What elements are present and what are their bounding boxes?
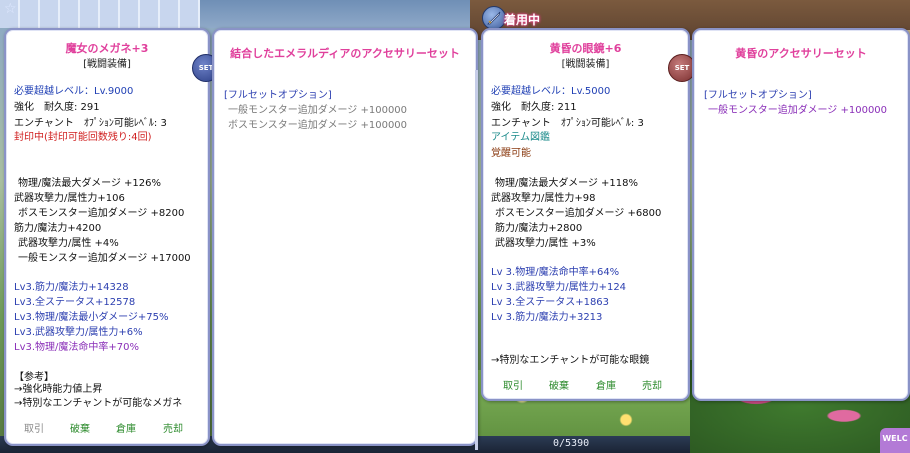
- item-tooltip-witch-glasses: 魔女のメガネ+3 [戦闘装備] SET 必要超越レベル：Lv.9000 強化 耐…: [4, 28, 220, 446]
- discard-button[interactable]: 破棄: [70, 420, 90, 435]
- enchant-line: Lv3.物理/魔法最小ダメージ+75%: [14, 312, 169, 323]
- equipped-label: 着用中: [504, 13, 541, 27]
- item-category: [戦闘装備]: [83, 59, 131, 70]
- enchant-line: Lv 3.物理/魔法命中率+64%: [491, 267, 620, 278]
- top-window-edge: [200, 0, 480, 28]
- note-line: →特別なエンチャントが可能な眼鏡: [491, 355, 650, 366]
- set-option-line: 一般モンスター追加ダメージ +100000: [708, 105, 888, 116]
- enchant-line: Lv 3.筋力/魔法力+3213: [491, 312, 603, 323]
- stat-line: 武器攻撃力/属性力+98: [491, 193, 596, 204]
- set-tooltip-twilight: 黄昏のアクセサリーセット [フルセットオプション] 一般モンスター追加ダメージ …: [692, 28, 910, 401]
- item-title: 魔女のメガネ+3: [65, 42, 149, 55]
- stat-line: 筋力/魔法力+4200: [14, 223, 102, 234]
- inventory-strip: [0, 0, 210, 28]
- status-center-value: 0/5390: [553, 438, 590, 449]
- set-title: 黄昏のアクセサリーセット: [735, 47, 867, 60]
- info-line: 覚醒可能: [491, 148, 531, 159]
- info-line: エンチャント ｵﾌﾟｼｮﾝ可能ﾚﾍﾞﾙ: 3: [14, 118, 167, 129]
- enchant-line: Lv3.物理/魔法命中率+70%: [14, 342, 140, 353]
- item-title: 黄昏の眼鏡+6: [549, 42, 622, 55]
- stat-line: 武器攻撃力/属性 +4%: [18, 238, 119, 249]
- star-icon: ☆: [4, 1, 17, 17]
- note-line: →特別なエンチャントが可能なメガネ: [14, 398, 183, 409]
- welcome-button[interactable]: WELC: [880, 428, 910, 453]
- sword-icon: [482, 6, 506, 30]
- stat-line: ボスモンスター追加ダメージ +8200: [18, 208, 185, 219]
- info-line: 強化 耐久度: 211: [491, 102, 577, 113]
- discard-button[interactable]: 破棄: [549, 377, 569, 392]
- enchant-line: Lv3.筋力/魔法力+14328: [14, 282, 129, 293]
- stat-line: 武器攻撃力/属性力+106: [14, 193, 125, 204]
- set-option-line: ボスモンスター追加ダメージ +100000: [228, 120, 408, 131]
- info-line: 強化 耐久度: 291: [14, 102, 100, 113]
- info-line: 必要超越レベル：Lv.9000: [14, 86, 134, 97]
- trade-button[interactable]: 取引: [24, 420, 44, 435]
- set-title: 結合したエメラルディアのアクセサリーセット: [230, 47, 460, 60]
- set-tooltip-emeraldia: 結合したエメラルディアのアクセサリーセット [フルセットオプション] 一般モンス…: [212, 28, 478, 450]
- set-option-header: [フルセットオプション]: [704, 90, 812, 101]
- set-option-header: [フルセットオプション]: [224, 90, 332, 101]
- info-line: エンチャント ｵﾌﾟｼｮﾝ可能ﾚﾍﾞﾙ: 3: [491, 118, 644, 129]
- item-tooltip-twilight-glasses: 黄昏の眼鏡+6 [戦闘装備] SET 必要超越レベル：Lv.5000 強化 耐久…: [481, 28, 696, 401]
- note-line: →強化時能力値上昇: [14, 384, 103, 395]
- stat-line: 一般モンスター追加ダメージ +17000: [18, 253, 191, 264]
- stat-line: 物理/魔法最大ダメージ +126%: [18, 178, 162, 189]
- stat-line: ボスモンスター追加ダメージ +6800: [495, 208, 662, 219]
- stat-line: 筋力/魔法力+2800: [495, 223, 583, 234]
- storage-button[interactable]: 倉庫: [116, 420, 136, 435]
- trade-button[interactable]: 取引: [503, 377, 523, 392]
- info-line: 必要超越レベル：Lv.5000: [491, 86, 611, 97]
- info-line: アイテム図鑑: [491, 132, 550, 143]
- sell-button[interactable]: 売却: [642, 377, 662, 392]
- storage-button[interactable]: 倉庫: [596, 377, 616, 392]
- enchant-line: Lv 3.武器攻撃力/属性力+124: [491, 282, 627, 293]
- note-line: 【参考】: [14, 372, 54, 383]
- enchant-line: Lv3.武器攻撃力/属性力+6%: [14, 327, 143, 338]
- enchant-line: Lv3.全ステータス+12578: [14, 297, 136, 308]
- sell-button[interactable]: 売却: [163, 420, 183, 435]
- equipped-indicator: 着用中: [482, 6, 582, 30]
- enchant-line: Lv 3.全ステータス+1863: [491, 297, 610, 308]
- set-option-line: 一般モンスター追加ダメージ +100000: [228, 105, 408, 116]
- info-line: 封印中(封印可能回数残り:4回): [14, 132, 152, 143]
- stat-line: 物理/魔法最大ダメージ +118%: [495, 178, 639, 189]
- stat-line: 武器攻撃力/属性 +3%: [495, 238, 596, 249]
- item-category: [戦闘装備]: [561, 59, 610, 70]
- scrollbar[interactable]: [475, 70, 478, 450]
